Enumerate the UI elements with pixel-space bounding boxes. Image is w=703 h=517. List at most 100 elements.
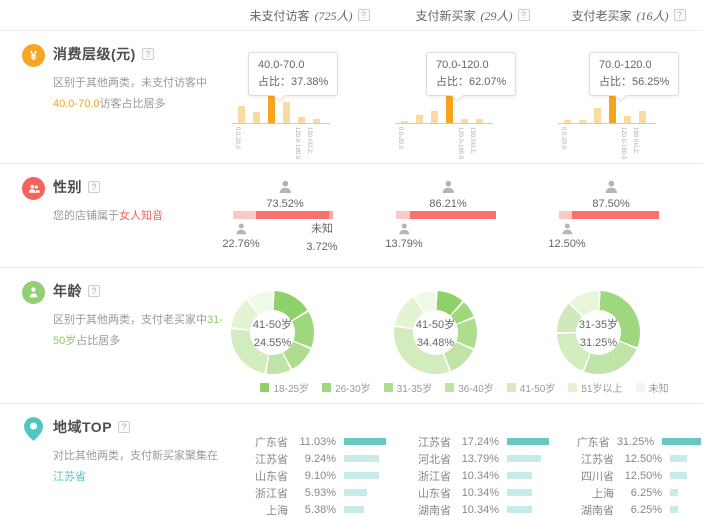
region-bar[interactable] bbox=[670, 506, 678, 513]
region-name: 广东省 bbox=[230, 434, 288, 450]
region-bar[interactable] bbox=[507, 489, 532, 496]
region-percent: 5.38% bbox=[288, 504, 336, 516]
legend-item[interactable]: 31-35岁 bbox=[384, 380, 433, 395]
region-list-old-buyers[interactable]: 广东省31.25%江苏省12.50%四川省12.50%上海6.25%湖南省6.2… bbox=[554, 404, 703, 517]
section-description: 区别于其他两类，未支付访客中40.0-70.0访客占比居多 bbox=[53, 73, 227, 115]
consumption-chart-unpaid[interactable]: 40.0-70.0 占比：37.38% 0.0-20.0120.0-190.01… bbox=[228, 31, 391, 163]
region-bar[interactable] bbox=[670, 455, 687, 462]
region-bar[interactable] bbox=[344, 438, 386, 445]
tab-count: (29人) bbox=[481, 7, 513, 24]
donut-top-category: 31-35岁 bbox=[579, 316, 618, 332]
help-icon[interactable]: ? bbox=[358, 9, 370, 21]
gender-chart-old-buyers[interactable]: 87.50% 12.50% bbox=[554, 164, 703, 267]
male-percent: 13.79% bbox=[385, 238, 422, 250]
consumption-bar[interactable] bbox=[594, 108, 601, 123]
legend-label: 36-40岁 bbox=[458, 380, 494, 395]
section-region-top: 地域TOP ? 对比其他两类，支付新买家聚集在江苏省 广东省11.03%江苏省9… bbox=[0, 403, 703, 517]
region-percent: 6.25% bbox=[614, 487, 662, 499]
section-description: 您的店铺属于女人知音 bbox=[53, 206, 227, 227]
female-icon bbox=[277, 179, 293, 195]
region-bar[interactable] bbox=[507, 506, 532, 513]
region-rank-list: 广东省31.25%江苏省12.50%四川省12.50%上海6.25%湖南省6.2… bbox=[556, 433, 701, 517]
region-bar[interactable] bbox=[507, 455, 541, 462]
female-percent: 86.21% bbox=[429, 198, 466, 210]
consumption-chart-new-buyers[interactable]: 70.0-120.0 占比：62.07% 0.0-20.0120.0-190.0… bbox=[391, 31, 554, 163]
consumption-bar[interactable] bbox=[416, 115, 423, 123]
help-icon[interactable]: ? bbox=[118, 421, 130, 433]
donut-top-percent: 24.55% bbox=[254, 337, 291, 349]
x-axis bbox=[558, 123, 656, 124]
section-gender: 性别 ? 您的店铺属于女人知音 73.52% 22.76% 未知 3.72% bbox=[0, 163, 703, 267]
legend-swatch bbox=[322, 383, 331, 392]
region-bar[interactable] bbox=[344, 506, 364, 513]
gender-chart-new-buyers[interactable]: 86.21% 13.79% bbox=[391, 164, 554, 267]
location-pin-icon bbox=[22, 417, 45, 517]
region-bar[interactable] bbox=[670, 489, 678, 496]
tab-new-buyers[interactable]: 支付新买家(29人) ? bbox=[391, 7, 554, 24]
male-segment[interactable] bbox=[233, 211, 256, 219]
gender-chart-unpaid[interactable]: 73.52% 22.76% 未知 3.72% bbox=[228, 164, 391, 267]
region-bar[interactable] bbox=[344, 489, 367, 496]
people-icon bbox=[27, 182, 41, 196]
consumption-bar[interactable] bbox=[639, 111, 646, 123]
region-bar[interactable] bbox=[507, 438, 549, 445]
help-icon[interactable]: ? bbox=[88, 181, 100, 193]
help-icon[interactable]: ? bbox=[88, 285, 100, 297]
axis-tick-label: 120.0-190.0 bbox=[620, 127, 626, 159]
region-percent: 10.34% bbox=[451, 470, 499, 482]
region-bar[interactable] bbox=[344, 472, 379, 479]
region-list-unpaid[interactable]: 广东省11.03%江苏省9.24%山东省9.10%浙江省5.93%上海5.38% bbox=[228, 404, 391, 517]
donut-center-label: 41-50岁 34.48% bbox=[394, 291, 477, 374]
female-icon bbox=[440, 179, 456, 195]
unknown-segment[interactable] bbox=[329, 211, 333, 219]
region-row: 广东省11.03% bbox=[230, 433, 389, 450]
region-bar[interactable] bbox=[507, 472, 532, 479]
consumption-bar[interactable] bbox=[238, 106, 245, 123]
help-icon[interactable]: ? bbox=[518, 9, 530, 21]
region-row: 上海6.25% bbox=[556, 484, 701, 501]
region-row: 河北省13.79% bbox=[393, 450, 552, 467]
gender-stacked-bar bbox=[559, 211, 659, 219]
legend-item[interactable]: 51岁以上 bbox=[568, 380, 622, 395]
region-name: 江苏省 bbox=[393, 434, 451, 450]
region-percent: 10.34% bbox=[451, 487, 499, 499]
pin-icon bbox=[24, 417, 43, 441]
chart-tooltip: 70.0-120.0 占比：56.25% bbox=[589, 52, 679, 96]
region-list-new-buyers[interactable]: 江苏省17.24%河北省13.79%浙江省10.34%山东省10.34%湖南省1… bbox=[391, 404, 554, 517]
region-name: 上海 bbox=[556, 485, 614, 501]
desc-highlight: 女人知音 bbox=[119, 210, 163, 222]
male-segment[interactable] bbox=[559, 211, 572, 219]
consumption-bar[interactable] bbox=[624, 116, 631, 123]
region-bar[interactable] bbox=[344, 455, 379, 462]
unknown-share: 未知 3.72% bbox=[306, 221, 337, 256]
legend-label: 31-35岁 bbox=[397, 380, 433, 395]
consumption-bar[interactable] bbox=[283, 102, 290, 123]
help-icon[interactable]: ? bbox=[674, 9, 686, 21]
consumption-bar[interactable] bbox=[431, 111, 438, 123]
tab-count: (725人) bbox=[315, 7, 353, 24]
legend-item[interactable]: 41-50岁 bbox=[507, 380, 556, 395]
tab-unpaid-visitors[interactable]: 未支付访客(725人) ? bbox=[228, 7, 391, 24]
legend-item[interactable]: 未知 bbox=[636, 380, 669, 395]
tooltip-range: 40.0-70.0 bbox=[258, 57, 328, 74]
unknown-percent: 3.72% bbox=[306, 239, 337, 257]
legend-item[interactable]: 18-25岁 bbox=[260, 380, 309, 395]
female-segment[interactable] bbox=[410, 211, 496, 219]
region-bar[interactable] bbox=[670, 472, 687, 479]
gender-stacked-bar bbox=[396, 211, 496, 219]
legend-swatch bbox=[260, 383, 269, 392]
help-icon[interactable]: ? bbox=[142, 48, 154, 60]
female-segment[interactable] bbox=[256, 211, 330, 219]
region-name: 湖南省 bbox=[393, 502, 451, 517]
consumption-bar[interactable] bbox=[253, 112, 260, 123]
tab-old-buyers[interactable]: 支付老买家(16人) ? bbox=[554, 7, 703, 24]
female-segment[interactable] bbox=[572, 211, 660, 219]
male-segment[interactable] bbox=[396, 211, 410, 219]
region-row: 广东省31.25% bbox=[556, 433, 701, 450]
region-percent: 9.24% bbox=[288, 453, 336, 465]
region-bar[interactable] bbox=[662, 438, 701, 445]
section-consumption-level: ¥ 消费层级(元) ? 区别于其他两类，未支付访客中40.0-70.0访客占比居… bbox=[0, 30, 703, 163]
consumption-chart-old-buyers[interactable]: 70.0-120.0 占比：56.25% 0.0-20.0120.0-190.0… bbox=[554, 31, 703, 163]
legend-item[interactable]: 36-40岁 bbox=[445, 380, 494, 395]
legend-item[interactable]: 26-30岁 bbox=[322, 380, 371, 395]
